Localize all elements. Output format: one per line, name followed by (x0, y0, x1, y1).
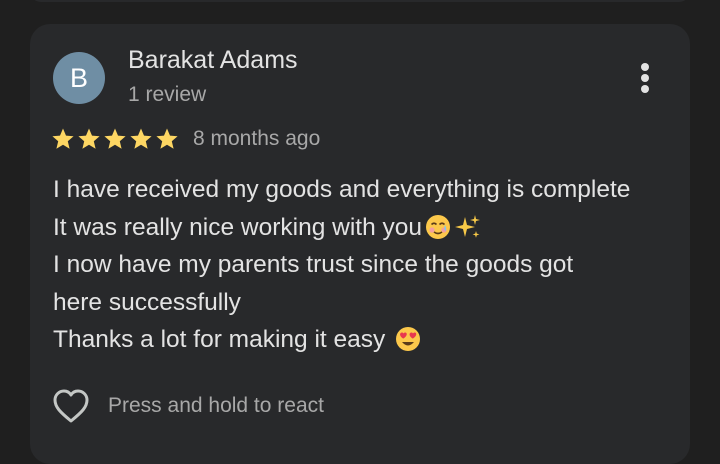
star-icon (78, 128, 100, 149)
heart-outline-icon (53, 389, 89, 423)
react-button[interactable]: Press and hold to react (52, 386, 324, 426)
more-options-button[interactable] (630, 60, 660, 96)
review-line: I have received my goods and everything … (53, 176, 631, 203)
review-line: It was really nice working with you (53, 213, 423, 241)
review-line: here successfully (53, 288, 241, 316)
reviewer-review-count: 1 review (128, 83, 207, 106)
star-icon (52, 128, 74, 149)
rating-row: 8 months ago (51, 124, 320, 154)
heart-eyes-emoji (396, 327, 421, 351)
star-icon (130, 128, 152, 149)
review-card: B Barakat Adams 1 review 8 months ago I … (30, 24, 690, 464)
star-icon (156, 128, 178, 149)
star-icon (104, 128, 126, 149)
previous-review-card (30, 0, 690, 2)
more-vert-icon (641, 63, 649, 93)
sparkles-emoji (455, 214, 481, 238)
review-time: 8 months ago (193, 127, 321, 150)
review-line: I now have my parents trust since the go… (53, 251, 574, 278)
review-line: Thanks a lot for making it easy (53, 326, 393, 353)
review-text: I have received my goods and everything … (53, 171, 678, 359)
star-rating (51, 127, 179, 151)
react-hint: Press and hold to react (108, 394, 324, 417)
reviewer-name[interactable]: Barakat Adams (128, 46, 298, 75)
review-line-with-emoji: Thanks a lot for making it easy (53, 321, 678, 359)
smiling-face-with-tear-emoji (426, 214, 451, 239)
avatar-letter: B (69, 62, 88, 93)
avatar[interactable]: B (53, 52, 105, 104)
review-line-with-emoji: It was really nice working with you (53, 209, 678, 247)
